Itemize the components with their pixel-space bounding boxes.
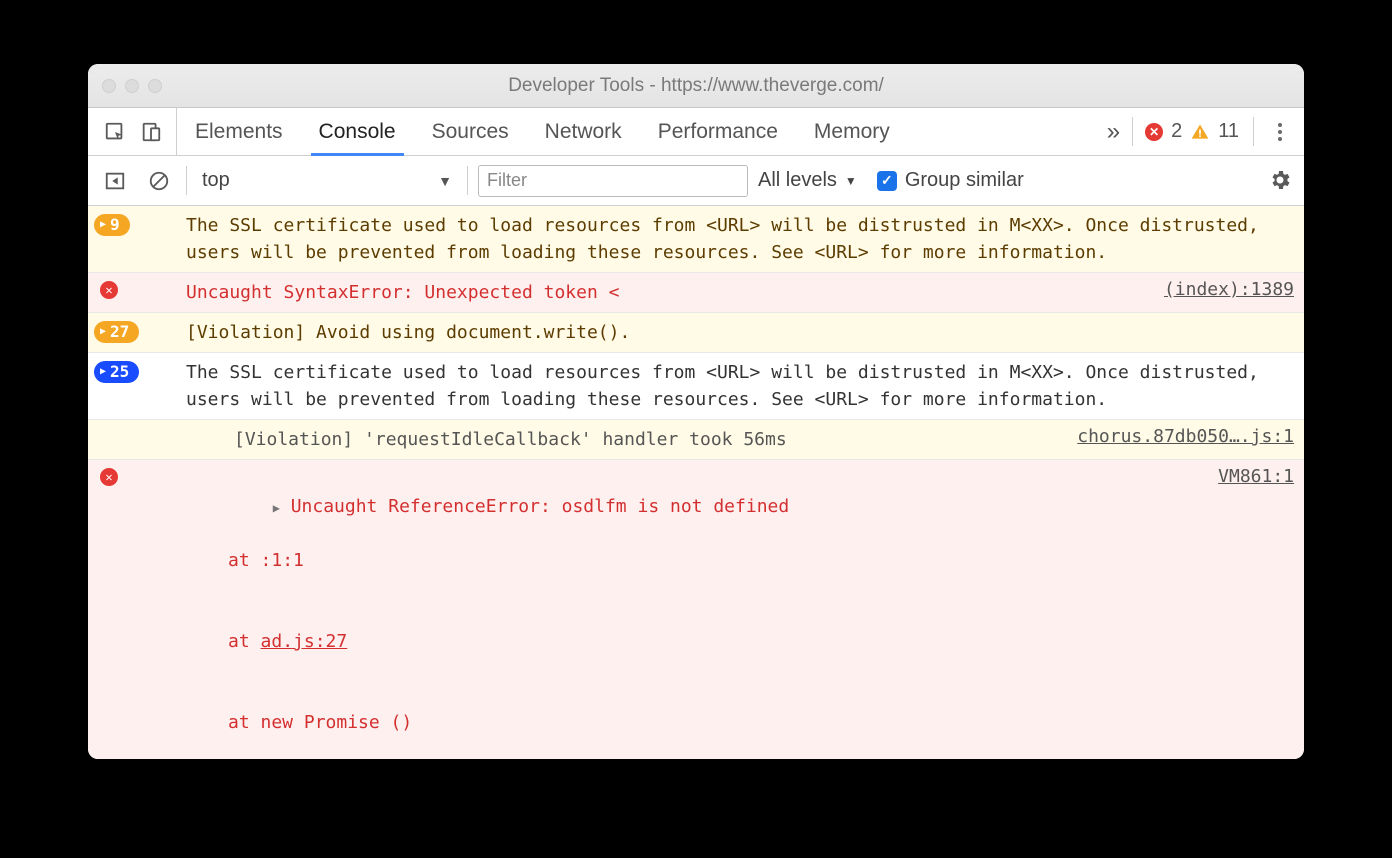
separator: [467, 166, 468, 195]
error-icon: ✕: [100, 281, 118, 299]
zoom-window-button[interactable]: [148, 79, 162, 93]
devtools-window: Developer Tools - https://www.theverge.c…: [88, 64, 1304, 759]
error-icon: ✕: [100, 468, 118, 486]
tab-console[interactable]: Console: [301, 108, 414, 155]
context-selector-value: top: [202, 169, 230, 192]
expand-icon: ▶: [100, 321, 106, 343]
stack-frame[interactable]: at :1:1: [186, 547, 1200, 574]
source-link[interactable]: chorus.87db050….js:1: [1063, 426, 1294, 447]
tab-elements[interactable]: Elements: [177, 108, 301, 155]
titlebar: Developer Tools - https://www.theverge.c…: [88, 64, 1304, 108]
group-count-badge[interactable]: ▶9: [94, 214, 130, 236]
warning-badge-icon[interactable]: [1190, 122, 1210, 142]
console-row-warning[interactable]: ▶9 The SSL certificate used to load reso…: [88, 206, 1304, 273]
separator: [1253, 117, 1254, 145]
more-options-icon[interactable]: [1266, 118, 1294, 146]
console-message-text: [Violation] 'requestIdleCallback' handle…: [186, 426, 1059, 453]
minimize-window-button[interactable]: [125, 79, 139, 93]
console-message-text: The SSL certificate used to load resourc…: [186, 212, 1294, 266]
inspect-element-icon[interactable]: [98, 115, 132, 149]
stack-frame[interactable]: at ad.js:27: [186, 628, 1200, 655]
tabs-overflow-icon[interactable]: »: [1107, 118, 1120, 146]
error-badge-icon[interactable]: ✕: [1145, 123, 1163, 141]
log-levels-label: All levels: [758, 169, 837, 192]
console-message-text: ▶Uncaught ReferenceError: osdlfm is not …: [186, 466, 1200, 759]
warning-count[interactable]: 11: [1216, 120, 1241, 143]
device-toolbar-icon[interactable]: [134, 115, 168, 149]
source-link[interactable]: VM861:1: [1204, 466, 1294, 487]
console-row-warning[interactable]: ▶27 [Violation] Avoid using document.wri…: [88, 313, 1304, 353]
source-link[interactable]: (index):1389: [1150, 279, 1294, 300]
group-similar-label: Group similar: [905, 169, 1024, 192]
traffic-lights: [88, 79, 162, 93]
console-message-text: Uncaught SyntaxError: Unexpected token <: [186, 279, 1146, 306]
context-selector[interactable]: top ▼: [197, 166, 457, 195]
expand-icon: ▶: [100, 361, 106, 383]
chevron-down-icon: ▼: [845, 174, 857, 188]
filter-input[interactable]: [478, 165, 748, 197]
console-messages[interactable]: ▶9 The SSL certificate used to load reso…: [88, 206, 1304, 759]
console-toolbar: top ▼ All levels ▼ ✓ Group similar: [88, 156, 1304, 206]
tab-sources[interactable]: Sources: [414, 108, 527, 155]
expand-icon[interactable]: ▶: [273, 499, 287, 517]
chevron-down-icon: ▼: [438, 173, 452, 189]
console-settings-icon[interactable]: [1268, 168, 1294, 194]
tabstrip-right: » ✕ 2 11: [1107, 108, 1298, 155]
separator: [1132, 117, 1133, 145]
inspect-controls: [94, 108, 177, 155]
console-row-error[interactable]: ✕ ▶Uncaught ReferenceError: osdlfm is no…: [88, 460, 1304, 759]
console-message-text: The SSL certificate used to load resourc…: [186, 359, 1294, 413]
tab-performance[interactable]: Performance: [640, 108, 796, 155]
panel-tabstrip: Elements Console Sources Network Perform…: [88, 108, 1304, 156]
window-title: Developer Tools - https://www.theverge.c…: [88, 75, 1304, 97]
tab-network[interactable]: Network: [527, 108, 640, 155]
panel-tabs: Elements Console Sources Network Perform…: [177, 108, 908, 155]
log-levels-selector[interactable]: All levels ▼: [758, 169, 857, 192]
tab-memory[interactable]: Memory: [796, 108, 908, 155]
console-row-info[interactable]: ▶25 The SSL certificate used to load res…: [88, 353, 1304, 420]
console-row-verbose[interactable]: [Violation] 'requestIdleCallback' handle…: [88, 420, 1304, 460]
close-window-button[interactable]: [102, 79, 116, 93]
expand-icon: ▶: [100, 214, 106, 236]
group-count-badge[interactable]: ▶25: [94, 361, 139, 383]
console-row-error[interactable]: ✕ Uncaught SyntaxError: Unexpected token…: [88, 273, 1304, 313]
show-console-sidebar-icon[interactable]: [98, 164, 132, 198]
checkbox-checked-icon: ✓: [877, 171, 897, 191]
console-message-text: [Violation] Avoid using document.write()…: [186, 319, 1294, 346]
error-count[interactable]: 2: [1169, 120, 1184, 143]
group-count-badge[interactable]: ▶27: [94, 321, 139, 343]
clear-console-icon[interactable]: [142, 164, 176, 198]
stack-frame[interactable]: at new Promise (): [186, 709, 1200, 736]
group-similar-toggle[interactable]: ✓ Group similar: [877, 169, 1024, 192]
separator: [186, 166, 187, 195]
